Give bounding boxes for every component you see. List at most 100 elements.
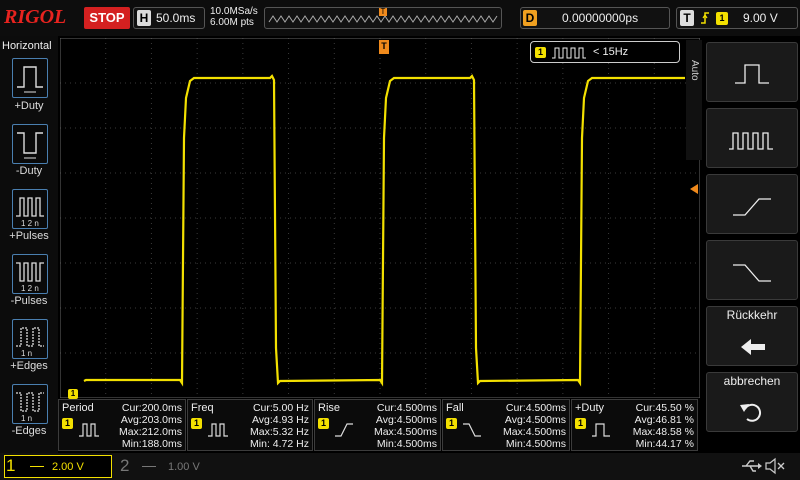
measurement-icon [335,423,353,437]
measurement-cell[interactable]: Rise 1 Cur:4.500ms Avg:4.500ms Max:4.500ms Mi… [314,399,441,451]
measurement-cur: Cur:5.00 Hz [252,402,309,414]
auto-tab[interactable] [686,40,702,160]
rising-edge-button[interactable] [706,174,798,234]
neg-duty-button[interactable] [12,124,48,164]
pos-edges-label: +Edges [10,360,48,372]
trigger-time-marker[interactable]: T [379,40,389,54]
menu-title: Horizontal [2,40,52,52]
measurement-title: +Duty [575,402,605,414]
memory-overview[interactable]: T [264,7,502,29]
measurement-channel-badge: 1 [191,418,202,429]
usb-icon [742,460,762,472]
measurement-channel-badge: 1 [318,418,329,429]
waveform-graticule[interactable] [60,38,700,398]
single-pulse-icon [735,64,769,84]
neg-edges-label: -Edges [11,425,47,437]
measurement-min: Min:188.0ms [121,438,182,450]
ch2-coupling-icon [142,466,156,467]
measurement-cur: Cur:45.50 % [635,402,694,414]
trigger-level: 9.00 V [743,11,778,25]
rigol-logo: RIGOL [4,6,67,28]
measurement-avg: Avg:4.93 Hz [251,414,309,426]
delay-value: 0.00000000ps [562,11,639,25]
neg-pulses-button[interactable]: 1 2 n [12,254,48,294]
trigger-key: T [680,10,694,26]
pos-pulses-icon: 1 2 n [16,197,44,228]
neg-edges-icon: 1 n [16,392,44,423]
measurement-avg: Avg:46.81 % [634,414,694,426]
measurement-max: Max:4.500ms [373,426,437,438]
ch1-number: 1 [6,456,16,475]
frequency-value: < 15Hz [593,46,629,58]
measurement-max: Max:212.0ms [118,426,182,438]
measurement-min: Min:4.500ms [505,438,566,450]
pulse-train-icon [729,132,773,150]
measurement-title: Rise [318,402,341,414]
measurement-icon [592,423,610,437]
measurement-avg: Avg:4.500ms [504,414,566,426]
svg-text:1 2 n: 1 2 n [21,284,39,293]
measurement-cur: Cur:200.0ms [121,402,182,414]
pos-duty-button[interactable] [12,58,48,98]
auto-label: Auto [689,60,700,81]
measurement-avg: Avg:203.0ms [120,414,182,426]
run-stop-button[interactable]: STOP [84,7,130,29]
measurement-icon [208,423,228,437]
svg-text:1 n: 1 n [21,349,32,358]
measurement-min: Min: 4.72 Hz [250,438,309,450]
trigger-level-marker[interactable] [688,184,698,194]
rising-edge-icon [733,198,771,216]
rising-edge-trigger-icon [701,12,709,24]
measurement-channel-badge: 1 [575,418,586,429]
measurement-max: Max:5.32 Hz [250,426,309,438]
pulse-train-button[interactable] [706,108,798,168]
cancel-label: abbrechen [723,374,781,388]
horizontal-key: H [137,10,151,26]
measurement-cell[interactable]: +Duty 1 Cur:45.50 % Avg:46.81 % Max:48.58 % M… [571,399,698,451]
measurement-title: Period [62,402,94,414]
measurement-cell[interactable]: Period 1 Cur:200.0ms Avg:203.0ms Max:212.0ms… [58,399,186,451]
measurement-cell[interactable]: Fall 1 Cur:4.500ms Avg:4.500ms Max:4.500ms Mi… [442,399,570,451]
svg-text:1 n: 1 n [21,414,32,423]
neg-duty-label: -Duty [15,165,43,177]
ch2-number[interactable]: 2 [120,456,129,476]
freq-channel-badge: 1 [535,47,546,58]
back-label: Rückkehr [726,308,778,322]
neg-pulses-icon: 1 2 n [16,262,44,293]
neg-edges-button[interactable]: 1 n [12,384,48,424]
falling-edge-icon [733,264,771,282]
measurement-min: Min:44.17 % [635,438,694,450]
measurement-icon [79,423,99,437]
measurement-channel-badge: 1 [62,418,73,429]
measurement-channel-badge: 1 [446,418,457,429]
measurement-cell[interactable]: Freq 1 Cur:5.00 Hz Avg:4.93 Hz Max:5.32 Hz Mi… [187,399,313,451]
svg-text:1 2 n: 1 2 n [21,219,39,228]
ch1-ground-marker[interactable]: 1 [68,389,78,399]
delay-key: D [523,10,537,26]
measurement-title: Fall [446,402,464,414]
neg-duty-icon [17,132,43,159]
pos-pulses-label: +Pulses [9,230,49,242]
ch1-coupling-icon [30,466,44,467]
single-pulse-button[interactable] [706,42,798,102]
trigger-box[interactable] [676,7,798,29]
trigger-channel-badge: 1 [716,12,728,25]
pos-duty-icon [17,66,43,93]
measurement-max: Max:4.500ms [502,426,566,438]
pos-edges-icon: 1 n [16,327,44,358]
neg-pulses-label: -Pulses [10,295,48,307]
falling-edge-button[interactable] [706,240,798,300]
pos-pulses-button[interactable]: 1 2 n [12,189,48,229]
pos-duty-label: +Duty [14,100,44,112]
pulse-train-icon [552,47,586,59]
frequency-counter-badge: 1 < 15Hz [530,41,680,63]
measurement-max: Max:48.58 % [632,426,694,438]
timebase-value: 50.0ms [156,11,196,25]
ch1-waveform-trace [83,74,685,387]
pos-edges-button[interactable]: 1 n [12,319,48,359]
ch2-scale: 1.00 V [168,461,200,473]
memory-depth: 6.00M pts [210,17,254,28]
measurement-cur: Cur:4.500ms [376,402,437,414]
measurement-title: Freq [191,402,214,414]
trigger-position-marker: T [380,7,386,16]
